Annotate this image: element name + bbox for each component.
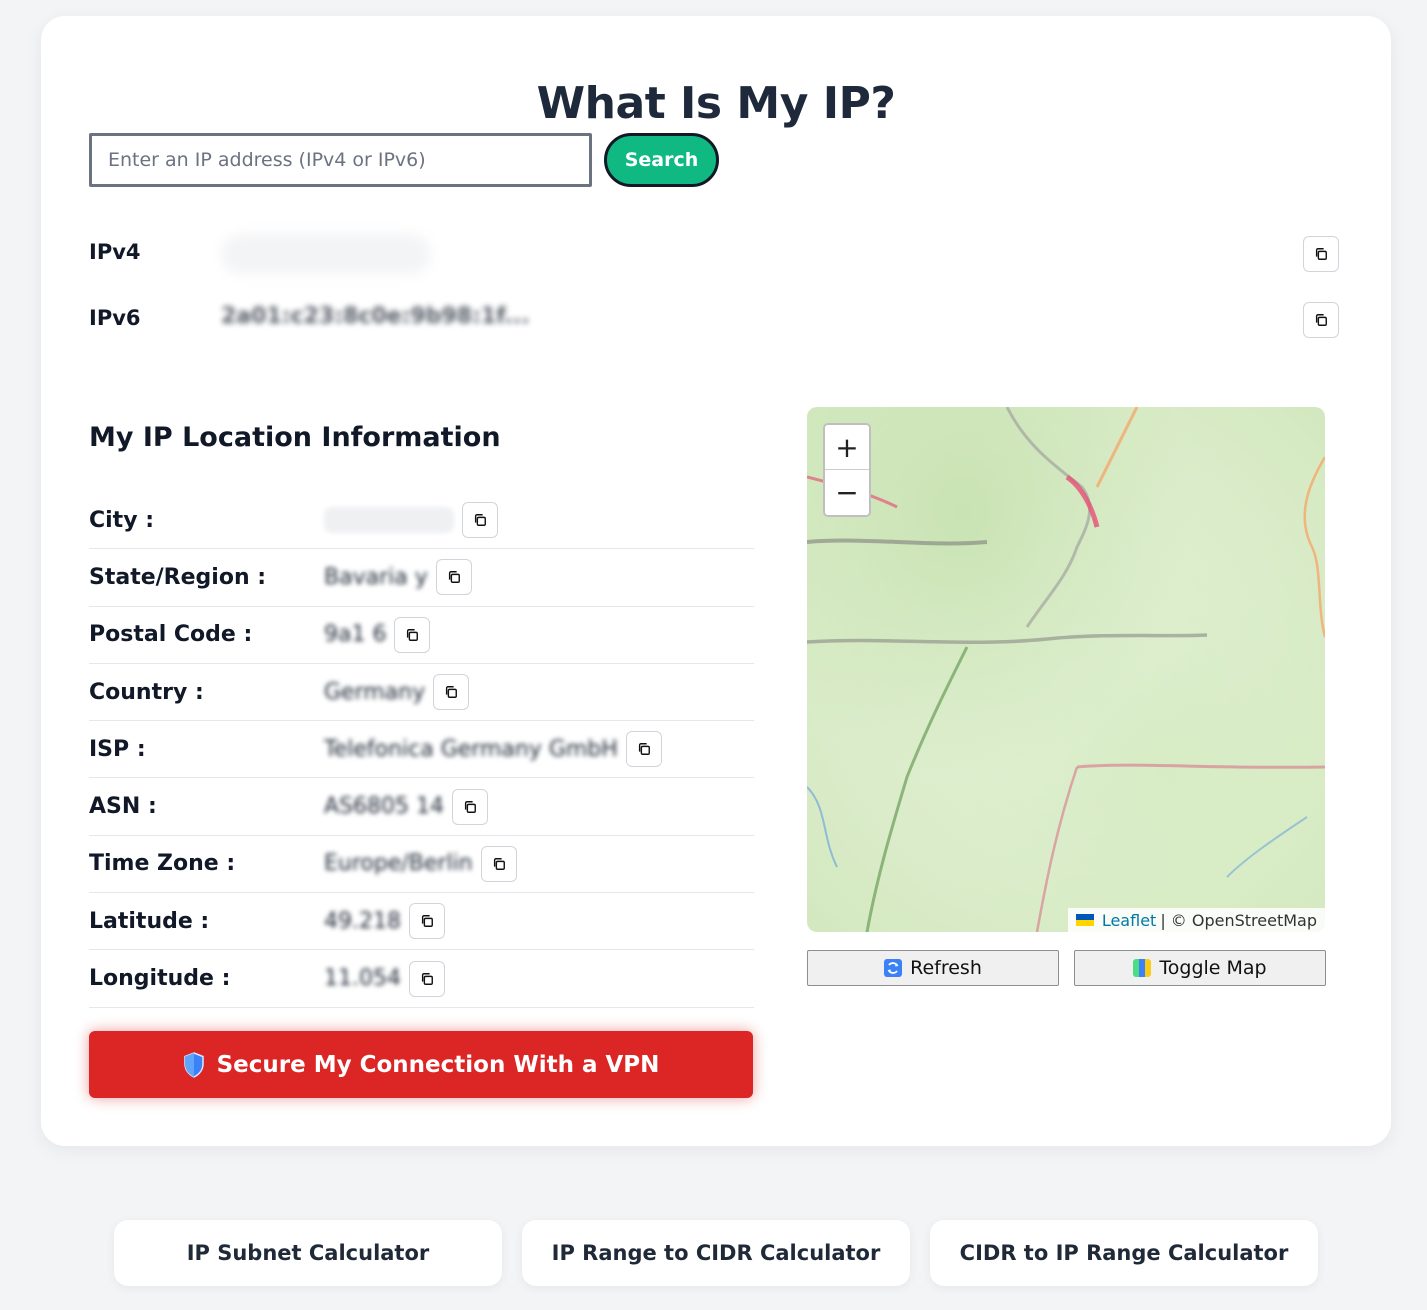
ipv6-value: 2a01:c23:8c0e:9b98:1f... [221,304,530,329]
info-row-city: City : [89,492,754,550]
info-value-isp: Telefonica Germany GmbH [324,736,618,762]
tool-ip-range-to-cidr[interactable]: IP Range to CIDR Calculator [522,1220,910,1286]
location-section-title: My IP Location Information [89,422,501,453]
ipv6-row: IPv6 2a01:c23:8c0e:9b98:1f... [89,300,1339,340]
info-row-latitude: Latitude : 49.218 [89,893,754,951]
zoom-control: + − [823,423,871,517]
vpn-button[interactable]: Secure My Connection With a VPN [89,1031,753,1098]
copy-icon [407,628,419,641]
copy-postal-code-button[interactable] [394,616,431,653]
info-row-time-zone: Time Zone : Europe/Berlin [89,836,754,894]
info-row-postal-code: Postal Code : 9a1 6 [89,607,754,664]
map-attribution: Leaflet | © OpenStreetMap [1067,908,1325,932]
copy-icon [1315,248,1327,260]
refresh-icon [884,959,903,977]
location-map[interactable]: + − Leaflet | © OpenStreetMap [807,407,1325,932]
copy-icon [464,800,476,813]
ip-search-input[interactable] [89,133,592,187]
info-label-country: Country : [89,679,204,705]
attribution-text: | © OpenStreetMap [1160,910,1317,930]
copy-icon [493,857,505,870]
info-value-city [324,507,454,534]
info-value-latitude: 49.218 [324,908,401,934]
copy-region-button[interactable] [435,559,472,596]
main-card: What Is My IP? Search IPv4 IPv6 2a01:c23… [41,16,1391,1146]
info-value-region: Bavaria y [324,564,428,590]
copy-latitude-button[interactable] [408,903,445,940]
copy-icon [1315,314,1327,326]
info-value-postal-code: 9a1 6 [324,622,387,648]
page-title: What Is My IP? [536,78,896,129]
ukraine-flag-icon [1075,914,1094,926]
tool-label: CIDR to IP Range Calculator [959,1241,1289,1265]
refresh-button[interactable]: Refresh [807,950,1059,986]
location-info-table: City : State/Region : Bavaria y Postal C… [89,492,754,1008]
info-label-latitude: Latitude : [89,908,210,934]
tool-cidr-to-ip-range[interactable]: CIDR to IP Range Calculator [930,1220,1318,1286]
info-label-isp: ISP : [89,736,146,762]
info-label-longitude: Longitude : [89,966,231,992]
info-value-country: Germany [324,679,426,705]
info-row-asn: ASN : AS6805 14 [89,778,754,836]
copy-icon [638,743,650,756]
info-row-country: Country : Germany [89,664,754,722]
copy-ipv4-button[interactable] [1303,236,1339,272]
copy-ipv6-button[interactable] [1303,302,1339,338]
map-icon [1133,959,1152,977]
info-value-asn: AS6805 14 [324,794,444,820]
copy-city-button[interactable] [462,502,498,539]
info-value-time-zone: Europe/Berlin [324,851,473,877]
toggle-map-label: Toggle Map [1159,957,1267,979]
info-label-region: State/Region : [89,564,267,590]
copy-country-button[interactable] [433,674,470,711]
tool-label: IP Range to CIDR Calculator [551,1241,881,1265]
copy-icon [421,915,433,928]
shield-icon [183,1051,204,1078]
copy-icon [446,686,458,698]
copy-asn-button[interactable] [452,788,488,825]
zoom-out-button[interactable]: − [825,470,869,515]
leaflet-link[interactable]: Leaflet [1102,911,1156,930]
tool-label: IP Subnet Calculator [186,1241,430,1265]
info-label-postal-code: Postal Code : [89,622,253,648]
ipv4-value-redacted [221,234,431,274]
tool-ip-subnet-calculator[interactable]: IP Subnet Calculator [114,1220,502,1286]
ipv4-row: IPv4 [89,234,1339,274]
copy-isp-button[interactable] [625,731,662,768]
map-tiles [807,407,1325,932]
zoom-in-button[interactable]: + [825,425,869,470]
ipv6-label: IPv6 [89,306,141,330]
toggle-map-button[interactable]: Toggle Map [1074,950,1326,986]
copy-longitude-button[interactable] [408,960,445,997]
info-value-longitude: 11.054 [324,966,401,992]
search-button[interactable]: Search [604,133,719,187]
info-label-asn: ASN : [89,794,157,820]
ipv4-label: IPv4 [89,240,141,264]
refresh-label: Refresh [910,957,982,979]
copy-time-zone-button[interactable] [480,845,517,882]
info-label-time-zone: Time Zone : [89,851,236,877]
copy-icon [421,972,433,985]
info-label-city: City : [89,507,155,533]
copy-icon [448,571,460,584]
info-row-isp: ISP : Telefonica Germany GmbH [89,721,754,779]
info-row-longitude: Longitude : 11.054 [89,950,754,1008]
vpn-button-label: Secure My Connection With a VPN [216,1051,660,1078]
info-row-region: State/Region : Bavaria y [89,549,754,607]
copy-icon [474,514,486,527]
